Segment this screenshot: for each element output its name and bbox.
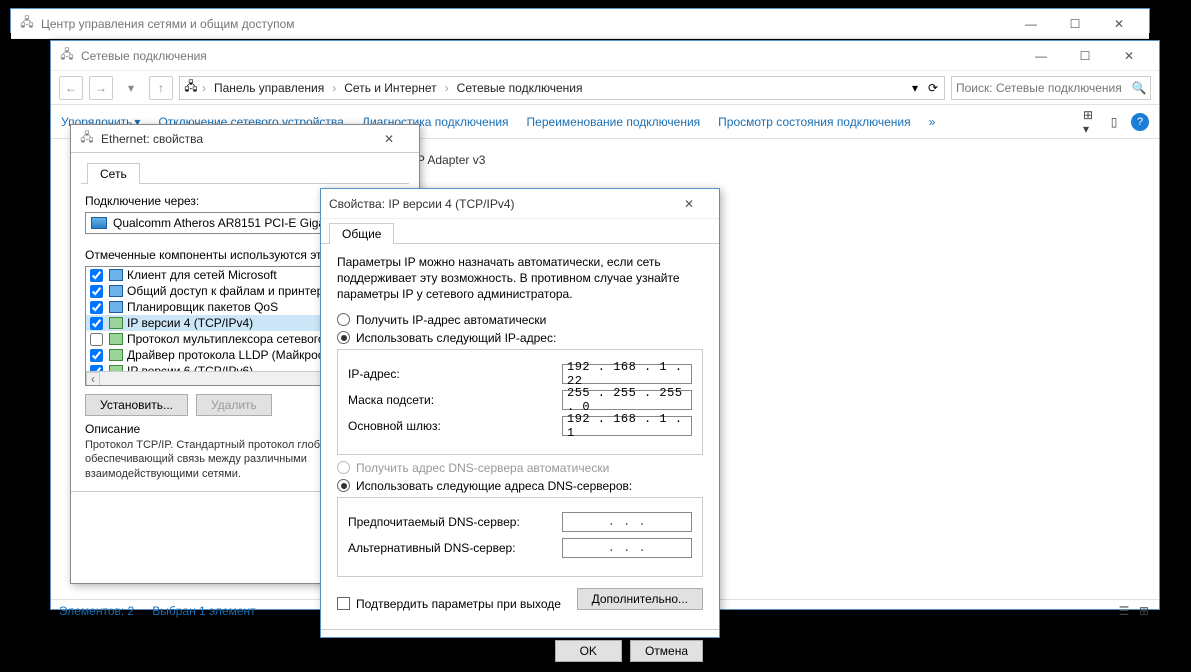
radio-icon[interactable] — [337, 331, 350, 344]
close-button[interactable]: ✕ — [667, 190, 711, 218]
search-box[interactable]: 🔍 — [951, 76, 1151, 100]
adapter-name: Qualcomm Atheros AR8151 PCI-E Gigabit — [113, 216, 338, 230]
help-icon[interactable]: ? — [1131, 113, 1149, 131]
dns1-label: Предпочитаемый DNS-сервер: — [348, 515, 562, 529]
window-title: Сетевые подключения — [81, 49, 1019, 63]
ethernet-icon: 🖧 — [79, 131, 95, 147]
radio-icon[interactable] — [337, 479, 350, 492]
close-button[interactable]: ✕ — [1107, 42, 1151, 70]
window-icon: 🖧 — [19, 16, 35, 32]
radio-auto-ip[interactable]: Получить IP-адрес автоматически — [337, 313, 703, 327]
gateway-label: Основной шлюз: — [348, 419, 562, 433]
window-icon: 🖧 — [59, 48, 75, 64]
breadcrumb-icon: 🖧 — [184, 81, 198, 95]
rename-button[interactable]: Переименование подключения — [527, 115, 701, 129]
ip-fieldset: IP-адрес:192 . 168 . 1 . 22 Маска подсет… — [337, 349, 703, 455]
breadcrumb-segment[interactable]: Сетевые подключения — [453, 81, 587, 95]
breadcrumb-segment[interactable]: Панель управления — [210, 81, 328, 95]
install-button[interactable]: Установить... — [85, 394, 188, 416]
tab-strip: Общие — [321, 219, 719, 244]
preferred-dns-input[interactable]: . . . — [562, 512, 692, 532]
gateway-input[interactable]: 192 . 168 . 1 . 1 — [562, 416, 692, 436]
protocol-icon — [109, 317, 123, 329]
radio-manual-ip[interactable]: Использовать следующий IP-адрес: — [337, 331, 703, 345]
titlebar[interactable]: 🖧 Ethernet: свойства ✕ — [71, 125, 419, 153]
maximize-button[interactable]: ☐ — [1053, 10, 1097, 38]
advanced-button[interactable]: Дополнительно... — [577, 588, 703, 610]
component-checkbox[interactable] — [90, 349, 103, 362]
subnet-mask-input[interactable]: 255 . 255 . 255 . 0 — [562, 390, 692, 410]
dns2-label: Альтернативный DNS-сервер: — [348, 541, 562, 555]
window-title: Центр управления сетями и общим доступом — [41, 17, 1009, 31]
alternate-dns-input[interactable]: . . . — [562, 538, 692, 558]
overflow-button[interactable]: » — [929, 115, 936, 129]
preview-pane-icon[interactable]: ▯ — [1107, 115, 1121, 129]
component-checkbox[interactable] — [90, 285, 103, 298]
breadcrumb-segment[interactable]: Сеть и Интернет — [340, 81, 440, 95]
search-input[interactable] — [956, 81, 1128, 95]
radio-icon — [337, 461, 350, 474]
tab-network[interactable]: Сеть — [87, 163, 140, 184]
checkbox-icon[interactable] — [337, 597, 350, 610]
protocol-icon — [109, 349, 123, 361]
maximize-button[interactable]: ☐ — [1063, 42, 1107, 70]
tab-general[interactable]: Общие — [329, 223, 394, 244]
radio-manual-dns[interactable]: Использовать следующие адреса DNS-сервер… — [337, 479, 703, 493]
minimize-button[interactable]: — — [1019, 42, 1063, 70]
protocol-icon — [109, 333, 123, 345]
close-button[interactable]: ✕ — [367, 125, 411, 153]
chevron-right-icon: › — [202, 81, 206, 95]
scroll-left-icon[interactable]: ‹ — [86, 372, 100, 386]
icons-view-icon[interactable]: ⊞ — [1137, 604, 1151, 618]
component-checkbox[interactable] — [90, 269, 103, 282]
details-view-icon[interactable]: ☰ — [1117, 604, 1131, 618]
close-button[interactable]: ✕ — [1097, 10, 1141, 38]
search-icon[interactable]: 🔍 — [1132, 81, 1146, 95]
client-icon — [109, 269, 123, 281]
ip-label: IP-адрес: — [348, 367, 562, 381]
component-checkbox[interactable] — [90, 333, 103, 346]
item-count: Элементов: 2 — [59, 604, 134, 618]
breadcrumb[interactable]: 🖧 › Панель управления › Сеть и Интернет … — [179, 76, 945, 100]
confirm-on-exit-checkbox[interactable]: Подтвердить параметры при выходе — [337, 597, 561, 611]
mask-label: Маска подсети: — [348, 393, 562, 407]
ip-address-input[interactable]: 192 . 168 . 1 . 22 — [562, 364, 692, 384]
service-icon — [109, 301, 123, 313]
view-options-icon[interactable]: ⊞ ▾ — [1083, 115, 1097, 129]
info-text: Параметры IP можно назначать автоматичес… — [337, 254, 703, 303]
radio-auto-dns: Получить адрес DNS-сервера автоматически — [337, 461, 703, 475]
component-checkbox[interactable] — [90, 301, 103, 314]
titlebar[interactable]: 🖧 Центр управления сетями и общим доступ… — [11, 9, 1149, 39]
ipv4-properties-dialog: Свойства: IP версии 4 (TCP/IPv4) ✕ Общие… — [320, 188, 720, 638]
dialog-title: Свойства: IP версии 4 (TCP/IPv4) — [329, 197, 667, 211]
back-button[interactable]: ← — [59, 76, 83, 100]
dialog-title: Ethernet: свойства — [101, 132, 367, 146]
nic-icon — [91, 217, 107, 229]
forward-button[interactable]: → — [89, 76, 113, 100]
tab-strip: Сеть — [81, 159, 409, 184]
uninstall-button[interactable]: Удалить — [196, 394, 272, 416]
network-center-window: 🖧 Центр управления сетями и общим доступ… — [10, 8, 1150, 33]
address-bar: ← → ▾ ↑ 🖧 › Панель управления › Сеть и И… — [51, 71, 1159, 105]
status-button[interactable]: Просмотр состояния подключения — [718, 115, 910, 129]
titlebar[interactable]: Свойства: IP версии 4 (TCP/IPv4) ✕ — [321, 189, 719, 219]
component-checkbox[interactable] — [90, 317, 103, 330]
history-dropdown[interactable]: ▾ — [119, 76, 143, 100]
titlebar[interactable]: 🖧 Сетевые подключения — ☐ ✕ — [51, 41, 1159, 71]
refresh-icon[interactable]: ⟳ — [926, 81, 940, 95]
minimize-button[interactable]: — — [1009, 10, 1053, 38]
dns-fieldset: Предпочитаемый DNS-сервер:. . . Альтерна… — [337, 497, 703, 577]
service-icon — [109, 285, 123, 297]
selection-count: Выбран 1 элемент — [152, 604, 255, 618]
chevron-right-icon: › — [445, 81, 449, 95]
dropdown-icon[interactable]: ▾ — [908, 81, 922, 95]
up-button[interactable]: ↑ — [149, 76, 173, 100]
radio-icon[interactable] — [337, 313, 350, 326]
chevron-right-icon: › — [332, 81, 336, 95]
